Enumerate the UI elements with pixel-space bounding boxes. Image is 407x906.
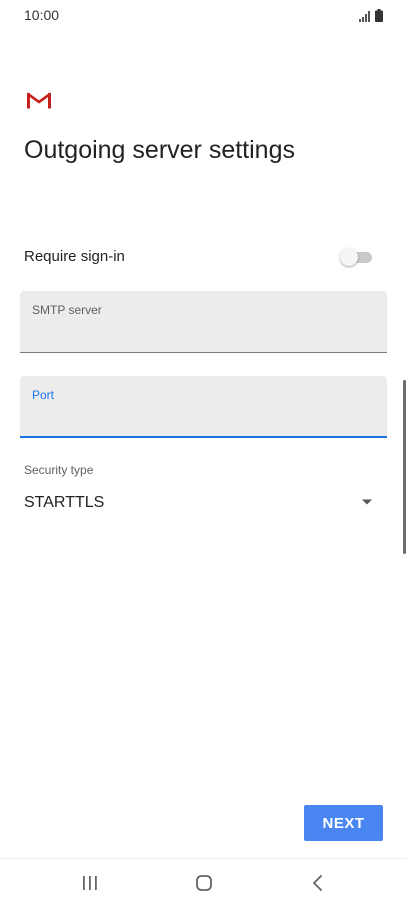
scrollbar[interactable] [403, 380, 406, 554]
screen: 10:00 Outgoing server settings Require s… [0, 0, 407, 906]
toggle-knob [340, 248, 358, 266]
smtp-server-field[interactable]: SMTP server [20, 291, 387, 353]
signal-icon [359, 9, 371, 27]
page-title: Outgoing server settings [24, 136, 295, 164]
smtp-server-input[interactable] [32, 321, 372, 343]
status-icons [359, 9, 383, 27]
recent-apps-icon[interactable] [78, 873, 102, 893]
home-icon[interactable] [192, 873, 216, 893]
status-bar: 10:00 [0, 0, 407, 30]
battery-icon [375, 9, 383, 27]
back-icon[interactable] [306, 873, 330, 893]
security-type-label: Security type [24, 463, 94, 477]
security-type-value: STARTTLS [24, 494, 105, 511]
nav-bar [0, 858, 407, 906]
port-input[interactable] [32, 406, 372, 428]
port-label: Port [32, 388, 55, 402]
gmail-logo-icon [26, 91, 52, 109]
status-time: 10:00 [24, 7, 60, 23]
require-signin-toggle[interactable] [340, 248, 372, 266]
port-field[interactable]: Port [20, 376, 387, 438]
security-type-select[interactable]: Security type STARTTLS [24, 463, 379, 523]
next-button[interactable]: NEXT [304, 805, 383, 841]
smtp-server-label: SMTP server [32, 303, 102, 317]
dropdown-arrow-icon[interactable] [361, 493, 373, 505]
require-signin-label: Require sign-in [24, 248, 125, 265]
require-signin-row[interactable]: Require sign-in [24, 244, 374, 270]
